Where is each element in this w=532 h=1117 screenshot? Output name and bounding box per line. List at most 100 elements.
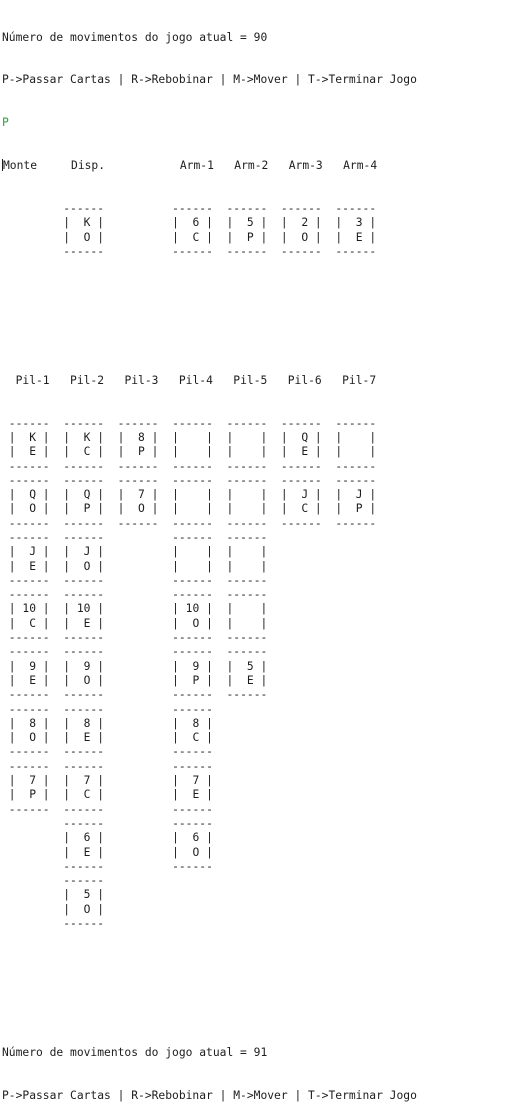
empty-slot xyxy=(111,817,165,830)
card-segment: | E | xyxy=(2,445,57,459)
card-segment: ------ xyxy=(56,588,111,602)
card-segment: ------ xyxy=(165,759,220,773)
empty-slot xyxy=(111,631,165,644)
empty-slot xyxy=(329,674,383,687)
pile-label: Pil-5 xyxy=(219,373,275,387)
card-segment: ------ xyxy=(110,416,166,430)
card-segment: ------ xyxy=(165,631,220,645)
empty-slot xyxy=(329,788,383,801)
pile-card-line: ------ ------ ------ ------ xyxy=(2,631,417,645)
empty-slot xyxy=(220,860,274,873)
pile-card-line: | 10 | | 10 | | 10 | | | xyxy=(2,602,417,616)
empty-slot xyxy=(2,917,56,930)
tableau-piles: ------ ------ ------ ------ ------ -----… xyxy=(2,417,417,932)
column-label: Arm-4 xyxy=(329,159,384,173)
empty-slot xyxy=(274,617,328,630)
card-segment: | O | xyxy=(2,731,57,745)
pile-card-line: ------ ------ xyxy=(2,817,417,831)
pile-card-line: | O | | P | | O | | | | | | C | | P | xyxy=(2,502,417,516)
empty-slot xyxy=(111,231,165,244)
card-segment: ------ xyxy=(56,745,111,759)
pile-card-line: | 6 | | 6 | xyxy=(2,831,417,845)
empty-slot xyxy=(220,717,274,730)
empty-slot xyxy=(274,717,328,730)
empty-slot xyxy=(111,531,165,544)
pile-card-line: | 7 | | 7 | | 7 | xyxy=(2,774,417,788)
card-segment: ------ xyxy=(2,588,57,602)
empty-slot xyxy=(329,760,383,773)
empty-slot xyxy=(111,545,165,558)
empty-slot xyxy=(111,717,165,730)
card-segment: ------ xyxy=(56,631,111,645)
empty-slot xyxy=(111,888,165,901)
card-segment: | E | xyxy=(56,845,111,859)
card-segment: | | xyxy=(165,559,220,573)
card-segment: ------ xyxy=(56,516,111,530)
card-segment: | 5 | xyxy=(219,216,275,230)
card-segment: ------ xyxy=(328,202,383,216)
empty-slot xyxy=(274,745,328,758)
empty-slot xyxy=(2,231,56,244)
empty-slot xyxy=(329,574,383,587)
console-output: Número de movimentos do jogo atual = 90 … xyxy=(2,2,417,1117)
card-segment: | 6 | xyxy=(165,831,220,845)
pile-card-line: ------ ------ ------ xyxy=(2,760,417,774)
card-segment: ------ xyxy=(165,202,220,216)
card-segment: | 8 | xyxy=(56,716,111,730)
card-segment: ------ xyxy=(110,459,166,473)
pile-card-line: ------ ------ ------ ------ ------ -----… xyxy=(2,474,417,488)
column-label: Arm-2 xyxy=(220,159,276,173)
menu-options-line: P->Passar Cartas | R->Rebobinar | M->Mov… xyxy=(2,73,417,87)
empty-slot xyxy=(274,631,328,644)
user-input-echo: P xyxy=(2,116,9,130)
empty-slot xyxy=(111,688,165,701)
empty-slot xyxy=(274,774,328,787)
card-segment: | P | xyxy=(219,230,275,244)
pile-card-line: | O | xyxy=(2,903,417,917)
card-segment: ------ xyxy=(165,416,220,430)
card-segment: | 7 | xyxy=(110,488,166,502)
card-segment: ------ xyxy=(2,416,57,430)
column-label: Arm-3 xyxy=(275,159,330,173)
empty-slot xyxy=(111,617,165,630)
empty-slot xyxy=(111,216,165,229)
card-segment: | P | xyxy=(2,788,57,802)
card-segment: | Q | xyxy=(2,488,57,502)
card-segment: | O | xyxy=(165,616,220,630)
card-segment: | 7 | xyxy=(56,774,111,788)
empty-slot xyxy=(111,660,165,673)
card-segment: | 3 | xyxy=(328,216,383,230)
empty-slot xyxy=(220,888,274,901)
card-segment: ------ xyxy=(165,573,220,587)
empty-slot xyxy=(274,688,328,701)
column-label xyxy=(112,159,166,172)
card-segment: | 10 | xyxy=(2,602,57,616)
card-segment: | | xyxy=(219,559,275,573)
empty-slot xyxy=(329,717,383,730)
empty-slot xyxy=(220,817,274,830)
empty-slot xyxy=(274,588,328,601)
card-segment: | | xyxy=(219,430,275,444)
empty-slot xyxy=(111,674,165,687)
pile-card-line: | 5 | xyxy=(2,888,417,902)
card-segment: ------ xyxy=(165,702,220,716)
card-segment: | O | xyxy=(110,502,166,516)
moves-counter-line: Número de movimentos do jogo atual = 90 xyxy=(2,30,268,44)
empty-slot xyxy=(2,888,56,901)
card-segment: ------ xyxy=(56,816,111,830)
empty-slot xyxy=(274,803,328,816)
card-segment: ------ xyxy=(274,202,329,216)
card-segment: | | xyxy=(219,488,275,502)
empty-slot xyxy=(329,602,383,615)
card-segment: ------ xyxy=(2,573,57,587)
card-segment: ------ xyxy=(219,645,275,659)
card-segment: | J | xyxy=(328,488,383,502)
card-segment: ------ xyxy=(328,473,383,487)
empty-slot xyxy=(220,745,274,758)
card-segment: | C | xyxy=(56,788,111,802)
card-segment: | 6 | xyxy=(165,216,220,230)
